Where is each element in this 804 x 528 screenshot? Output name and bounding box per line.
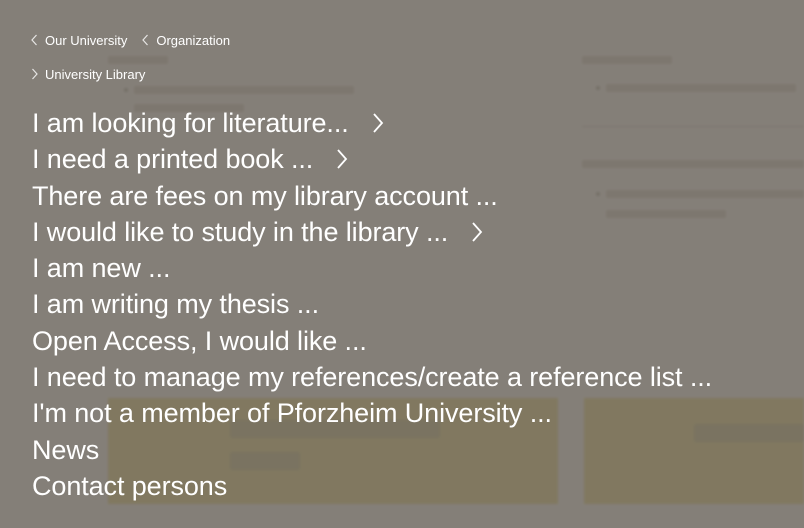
menu-item-label: News	[32, 434, 100, 465]
menu-item-label: I need to manage my references/create a …	[32, 362, 713, 393]
chevron-right-icon[interactable]	[371, 112, 385, 134]
menu-item-label: I am writing my thesis ...	[32, 289, 319, 320]
menu-item-thesis[interactable]: I am writing my thesis ...	[32, 286, 712, 322]
breadcrumb-label: Our University	[45, 32, 128, 48]
menu-item-news[interactable]: News	[32, 432, 712, 468]
breadcrumb-label: Organization	[156, 32, 231, 48]
menu-item-label: Contact persons	[32, 470, 228, 501]
chevron-left-icon	[30, 34, 39, 46]
menu-item-new[interactable]: I am new ...	[32, 250, 712, 286]
breadcrumb: Our University Organization University L…	[30, 30, 244, 84]
menu-item-literature[interactable]: I am looking for literature...	[32, 105, 712, 141]
menu-item-label: I am looking for literature...	[32, 108, 349, 138]
chevron-right-icon[interactable]	[335, 148, 349, 170]
menu-item-label: I would like to study in the library ...	[32, 216, 449, 247]
breadcrumb-our-university[interactable]: Our University	[30, 33, 127, 48]
navigation-overlay: Our University Organization University L…	[0, 0, 804, 528]
chevron-left-icon	[141, 34, 150, 46]
menu-item-label: I need a printed book ...	[32, 144, 314, 175]
breadcrumb-university-library[interactable]: University Library	[30, 67, 145, 82]
menu-item-contact-persons[interactable]: Contact persons	[32, 468, 712, 504]
breadcrumb-organization[interactable]: Organization	[141, 33, 230, 48]
chevron-right-icon	[30, 68, 39, 80]
menu-item-label: Open Access, I would like ...	[32, 325, 367, 356]
menu-item-open-access[interactable]: Open Access, I would like ...	[32, 323, 712, 359]
menu-item-label: I'm not a member of Pforzheim University…	[32, 398, 552, 429]
chevron-right-icon[interactable]	[470, 221, 484, 243]
menu-item-study[interactable]: I would like to study in the library ...	[32, 214, 712, 250]
menu-item-references[interactable]: I need to manage my references/create a …	[32, 359, 712, 395]
menu-item-non-member[interactable]: I'm not a member of Pforzheim University…	[32, 395, 712, 431]
menu-item-label: There are fees on my library account ...	[32, 180, 498, 211]
library-menu: I am looking for literature... I need a …	[32, 105, 712, 504]
breadcrumb-label: University Library	[45, 66, 146, 82]
menu-item-label: I am new ...	[32, 253, 171, 284]
menu-item-printed-book[interactable]: I need a printed book ...	[32, 141, 712, 177]
menu-item-fees[interactable]: There are fees on my library account ...	[32, 178, 712, 214]
